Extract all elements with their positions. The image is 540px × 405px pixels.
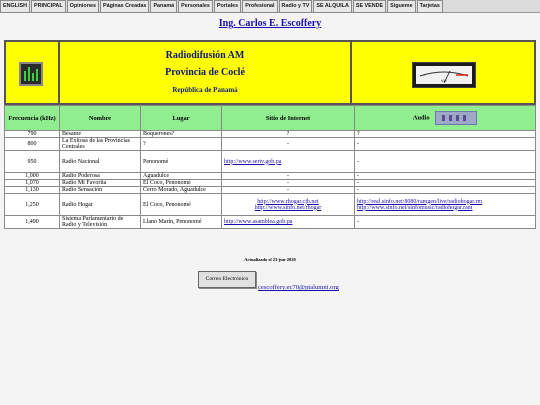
nav-personales[interactable]: Personales: [178, 0, 213, 13]
table-row: 1,250 Radio Hogar El Coco, Penonomé http…: [4, 193, 536, 216]
nav-principal[interactable]: PRINCIPAL: [30, 0, 66, 13]
cell-place: El Coco, Penonomé: [140, 193, 222, 216]
website-link[interactable]: http://www.sinfo.net/rhogar: [255, 205, 322, 211]
cell-place: Boquerones?: [140, 130, 222, 138]
banner-right-cell: VU: [351, 41, 535, 104]
header-audio: Audio: [354, 105, 536, 131]
cell-place: Aguadulce: [140, 172, 222, 180]
table-row: 1,130 Radio Sensación Cerro Morado, Agua…: [4, 186, 536, 194]
cell-name: Radio Mi Favorita: [59, 179, 141, 187]
cell-audio: http://real.sinfo.net:8080/ramgen/live/r…: [354, 193, 536, 216]
cell-audio: -: [354, 150, 536, 173]
page-title-link[interactable]: Ing. Carlos E. Escoffery: [219, 18, 322, 29]
nav-radio-tv[interactable]: Radio y TV: [278, 0, 313, 13]
table-row: 1,000 Radio Poderosa Aguadulce - -: [4, 172, 536, 180]
cell-audio: -: [354, 179, 536, 187]
vu-meter-icon: VU: [412, 62, 476, 88]
cell-frequency: 1,000: [4, 172, 60, 180]
header-name: Nombre: [59, 105, 141, 131]
cell-place: Penonomé: [140, 150, 222, 173]
table-row: 800 La Exitosa de las Provincias Central…: [4, 137, 536, 151]
cell-frequency: 1,130: [4, 186, 60, 194]
header-website: Sitio de Internet: [221, 105, 355, 131]
cell-audio: ?: [354, 130, 536, 138]
cell-website: http://www.rhogar.cjb.net http://www.sin…: [221, 193, 355, 216]
cell-place: Cerro Morado, Aguadulce: [140, 186, 222, 194]
cell-name: Radio Nacional: [59, 150, 141, 173]
table-header-row: Frecuencia (kHz) Nombre Lugar Sitio de I…: [4, 105, 536, 131]
banner-title-cell: Radiodifusión AM Provincia de Coclé Repú…: [59, 41, 351, 104]
header-place: Lugar: [140, 105, 222, 131]
cell-website: -: [221, 172, 355, 180]
audio-icon: [435, 111, 478, 125]
cell-name: Radio Hogar: [59, 193, 141, 216]
nav-paginas-creadas[interactable]: Páginas Creadas: [99, 0, 150, 13]
radio-equalizer-icon: [19, 62, 43, 86]
email-button[interactable]: Correo Electrónico: [198, 271, 256, 288]
cell-place: Llano Marín, Penonomé: [140, 215, 222, 229]
cell-name: Bésame: [59, 130, 141, 138]
banner-subtitle: Provincia de Coclé: [165, 67, 245, 78]
cell-audio: -: [354, 215, 536, 229]
nav-tarjetas[interactable]: Tarjetas: [416, 0, 443, 13]
header-audio-label: Audio: [412, 114, 430, 122]
cell-name: Radio Sensación: [59, 186, 141, 194]
banner-country: República de Panamá: [172, 86, 238, 94]
cell-frequency: 1,250: [4, 193, 60, 216]
cell-audio: -: [354, 186, 536, 194]
cell-frequency: 800: [4, 137, 60, 151]
last-updated: Actualizado el 23-jun-2020: [244, 257, 296, 262]
cell-audio: -: [354, 172, 536, 180]
nav-portales[interactable]: Portales: [213, 0, 242, 13]
audio-link[interactable]: http://www.sinfo.net/sinfomusic/radiohog…: [357, 205, 472, 211]
cell-website: http://www.sertv.gob.pa: [221, 150, 355, 173]
table-row: 1,490 Sistema Parlamentario de Radio y T…: [4, 215, 536, 229]
cell-website: -: [221, 179, 355, 187]
email-link[interactable]: cescoffery.ec70@ptalumni.org: [258, 284, 339, 291]
nav-panama[interactable]: Panamá: [150, 0, 178, 13]
cell-website: http://www.asamblea.gob.pa: [221, 215, 355, 229]
website-link[interactable]: http://www.sertv.gob.pa: [224, 159, 281, 165]
nav-se-alquila[interactable]: SE ALQUILA: [313, 0, 352, 13]
nav-english[interactable]: ENGLISH: [0, 0, 30, 13]
stations-table: Frecuencia (kHz) Nombre Lugar Sitio de I…: [4, 105, 536, 229]
nav-sigueme[interactable]: Sígueme: [387, 0, 416, 13]
nav-opiniones[interactable]: Opiniones: [66, 0, 99, 13]
cell-place: El Coco, Penonomé: [140, 179, 222, 187]
banner-title: Radiodifusión AM: [165, 50, 245, 61]
table-row: 1,070 Radio Mi Favorita El Coco, Penonom…: [4, 179, 536, 187]
cell-website: -: [221, 186, 355, 194]
cell-frequency: 950: [4, 150, 60, 173]
nav-profesional[interactable]: Profesional: [242, 0, 278, 13]
cell-name: La Exitosa de las Provincias Centrales: [59, 137, 141, 151]
banner-left-cell: [5, 41, 59, 104]
svg-text:VU: VU: [441, 78, 447, 83]
banner: Radiodifusión AM Provincia de Coclé Repú…: [4, 40, 536, 105]
cell-name: Sistema Parlamentario de Radio y Televis…: [59, 215, 141, 229]
page-title: Ing. Carlos E. Escoffery: [0, 18, 540, 29]
table-row: 790 Bésame Boquerones? ? ?: [4, 130, 536, 138]
table-row: 950 Radio Nacional Penonomé http://www.s…: [4, 150, 536, 173]
nav-se-vende[interactable]: SE VENDE: [352, 0, 387, 13]
cell-place: ?: [140, 137, 222, 151]
cell-audio: -: [354, 137, 536, 151]
cell-frequency: 1,490: [4, 215, 60, 229]
top-navigation: ENGLISH PRINCIPAL Opiniones Páginas Crea…: [0, 0, 540, 13]
cell-frequency: 1,070: [4, 179, 60, 187]
website-link[interactable]: http://www.asamblea.gob.pa: [224, 219, 292, 225]
cell-website: ?: [221, 130, 355, 138]
cell-name: Radio Poderosa: [59, 172, 141, 180]
header-frequency: Frecuencia (kHz): [4, 105, 60, 131]
cell-frequency: 790: [4, 130, 60, 138]
cell-website: -: [221, 137, 355, 151]
